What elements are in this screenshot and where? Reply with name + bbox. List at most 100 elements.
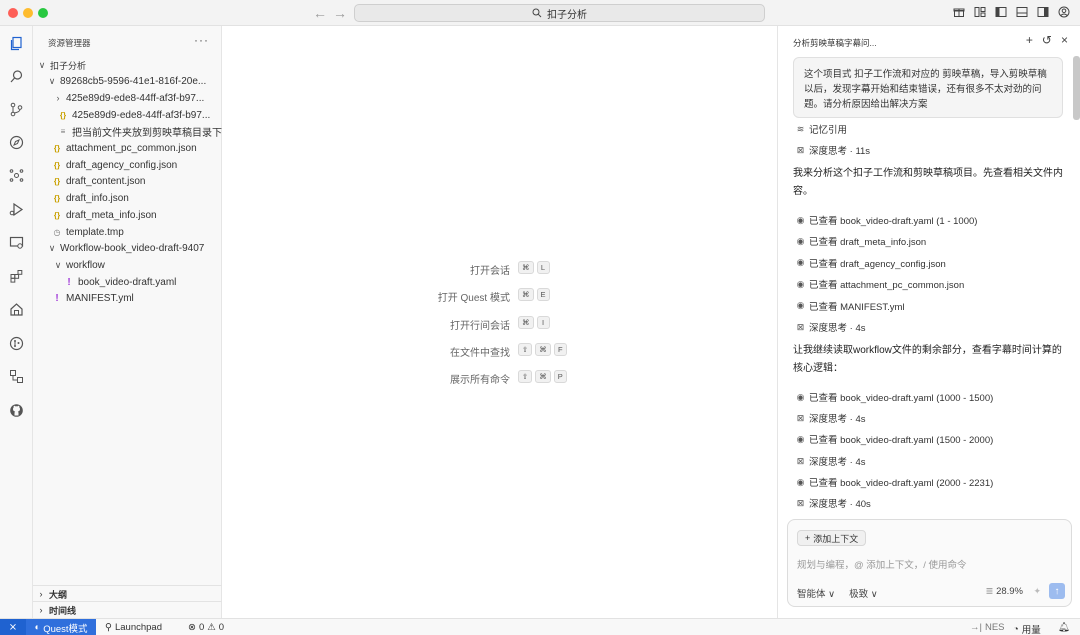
think-icon: ⊠ <box>796 497 805 508</box>
timeline-section[interactable]: › 时间线 <box>33 601 222 618</box>
think-label: 深度思考 · 11s <box>809 146 871 157</box>
tree-item[interactable]: {} draft_content.json <box>33 174 222 190</box>
close-icon[interactable]: × <box>1061 33 1068 47</box>
remote-indicator-button[interactable]: ⨯ <box>0 619 26 635</box>
maximize-window-button[interactable] <box>38 8 48 18</box>
search-icon[interactable] <box>9 69 24 84</box>
viewed-file[interactable]: ◉ 已查看 draft_meta_info.json <box>795 234 927 249</box>
history-icon[interactable]: ↺ <box>1042 33 1052 47</box>
tree-item-label: draft_agency_config.json <box>66 159 178 171</box>
json-file-icon: {} <box>53 144 61 153</box>
viewed-file[interactable]: ◉ 已查看 book_video-draft.yaml (1500 - 2000… <box>795 432 994 447</box>
tree-item[interactable]: {} draft_info.json <box>33 191 222 207</box>
toggle-primary-sidebar-icon[interactable] <box>995 6 1007 18</box>
deep-think-5[interactable]: ⊠ 深度思考 · 40s <box>795 496 871 511</box>
deep-think-2[interactable]: ⊠ 深度思考 · 4s <box>795 320 866 335</box>
shortcut-row[interactable]: 打开会话 ⌘ L <box>222 261 777 277</box>
tree-item[interactable]: {} draft_meta_info.json <box>33 207 222 223</box>
chat-input[interactable] <box>797 558 1062 572</box>
tree-item-label: draft_info.json <box>66 193 129 205</box>
extensions-icon[interactable] <box>9 269 24 284</box>
agents-network-icon[interactable] <box>9 168 24 183</box>
keycap: ⌘ <box>518 261 534 274</box>
back-arrow-icon[interactable]: ← <box>313 5 327 21</box>
tree-item[interactable]: ∨ Workflow-book_video-draft-9407 <box>33 241 222 257</box>
viewed-file-label: 已查看 attachment_pc_common.json <box>809 280 965 292</box>
nes-item[interactable]: →| NES <box>970 622 1005 633</box>
outline-section[interactable]: › 大纲 <box>33 585 222 602</box>
shortcut-row[interactable]: 打开 Quest 模式 ⌘ E <box>222 288 777 304</box>
source-control-icon[interactable] <box>9 102 24 117</box>
chevron-down-icon: ∨ <box>54 259 62 270</box>
new-chat-icon[interactable]: + <box>1026 33 1033 47</box>
layout-custom-icon[interactable] <box>974 6 986 18</box>
tree-item[interactable]: {} attachment_pc_common.json <box>33 141 222 157</box>
notifications-icon[interactable]: 🔔︎ <box>1058 622 1070 633</box>
more-actions-icon[interactable]: ··· <box>194 33 209 47</box>
send-button[interactable]: ↑ <box>1049 583 1065 599</box>
compass-icon[interactable] <box>9 135 24 150</box>
deep-think-3[interactable]: ⊠ 深度思考 · 4s <box>795 411 866 426</box>
quest-mode-button[interactable]: ◐ Quest模式 <box>26 619 96 635</box>
tree-item[interactable]: ! MANIFEST.yml <box>33 291 222 307</box>
tree-item[interactable]: {} 425e89d9-ede8-44ff-af3f-b97... <box>33 107 222 123</box>
usage-item[interactable]: ◔ 用量 <box>1013 622 1041 635</box>
eye-icon: ◉ <box>796 257 805 268</box>
model-select[interactable]: 极致 ∨ <box>849 586 878 600</box>
viewed-file[interactable]: ◉ 已查看 book_video-draft.yaml (1000 - 1500… <box>795 390 994 405</box>
eye-icon: ◉ <box>796 214 805 225</box>
remote-explorer-icon[interactable] <box>9 235 24 250</box>
assistant-paragraph-2: 让我继续读取workflow文件的剩余部分，查看字幕时间计算的核心逻辑： <box>793 345 1062 374</box>
shortcut-keys: ⌘ I <box>518 315 550 329</box>
shortcut-row[interactable]: 打开行间会话 ⌘ I <box>222 315 777 332</box>
minimize-window-button[interactable] <box>23 8 33 18</box>
gift-icon[interactable] <box>953 6 965 18</box>
workflow-icon[interactable] <box>9 369 24 384</box>
keycap: L <box>536 261 550 274</box>
tree-item[interactable]: ! book_video-draft.yaml <box>33 274 222 290</box>
shortcut-row[interactable]: 展示所有命令 ⇧ ⌘ P <box>222 370 777 386</box>
launchpad-item[interactable]: ⚲ Launchpad <box>105 622 162 633</box>
tree-item[interactable]: ∨ 89268cb5-9596-41e1-816f-20e... <box>33 74 222 90</box>
git-graph-icon[interactable] <box>9 336 24 351</box>
titlebar-actions <box>953 6 1070 18</box>
viewed-file[interactable]: ◉ 已查看 book_video-draft.yaml (2000 - 2231… <box>795 475 994 490</box>
home-icon[interactable] <box>9 302 24 317</box>
command-center-search[interactable]: 扣子分析 <box>354 4 765 22</box>
viewed-file[interactable]: ◉ 已查看 MANIFEST.yml <box>795 299 905 313</box>
tree-item[interactable]: {} draft_agency_config.json <box>33 157 222 173</box>
think-icon: ⊠ <box>796 412 805 423</box>
toggle-panel-icon[interactable] <box>1016 6 1028 18</box>
chat-scrollbar[interactable] <box>1073 56 1080 120</box>
viewed-file[interactable]: ◉ 已查看 draft_agency_config.json <box>795 256 946 270</box>
github-icon[interactable] <box>9 403 24 418</box>
viewed-file[interactable]: ◉ 已查看 attachment_pc_common.json <box>795 277 965 292</box>
tree-item[interactable]: ◷ template.tmp <box>33 224 222 240</box>
keycap: ⌘ <box>518 315 534 329</box>
explorer-icon[interactable] <box>9 36 24 51</box>
deep-think-4[interactable]: ⊠ 深度思考 · 4s <box>795 454 866 469</box>
memory-reference[interactable]: ≋ 记忆引用 <box>795 122 847 137</box>
add-context-button[interactable]: + 添加上下文 <box>797 530 867 546</box>
think-icon: ⊠ <box>796 321 805 332</box>
tree-item[interactable]: ∨ 扣子分析 <box>33 57 222 73</box>
tree-item-label: workflow <box>66 259 105 271</box>
deep-think-1[interactable]: ⊠ 深度思考 · 11s <box>795 143 871 158</box>
mode-select[interactable]: 智能体 ∨ <box>797 586 835 600</box>
tree-item[interactable]: ≡ 把当前文件夹放到剪映草稿目录下 <box>33 124 222 140</box>
nes-icon: →| <box>970 622 982 633</box>
viewed-file[interactable]: ◉ 已查看 book_video-draft.yaml (1 - 1000) <box>795 213 978 228</box>
shortcut-row[interactable]: 在文件中查找 ⇧ ⌘ F <box>222 342 777 359</box>
problems-item[interactable]: ⊗ 0 ⚠ 0 <box>188 622 224 633</box>
tree-item[interactable]: › 425e89d9-ede8-44ff-af3f-b97... <box>33 90 222 106</box>
run-debug-icon[interactable] <box>9 202 24 217</box>
account-icon[interactable] <box>1058 6 1070 18</box>
sparkle-icon[interactable]: ✦ <box>1033 586 1041 597</box>
toggle-secondary-sidebar-icon[interactable] <box>1037 6 1049 18</box>
shortcut-keys: ⌘ L <box>518 261 550 274</box>
close-window-button[interactable] <box>8 8 18 18</box>
rocket-icon: ⚲ <box>105 622 112 633</box>
tree-item[interactable]: ∨ workflow <box>33 257 222 273</box>
forward-arrow-icon[interactable]: → <box>333 5 347 21</box>
context-usage[interactable]: ≣ 28.9% <box>985 586 1023 597</box>
